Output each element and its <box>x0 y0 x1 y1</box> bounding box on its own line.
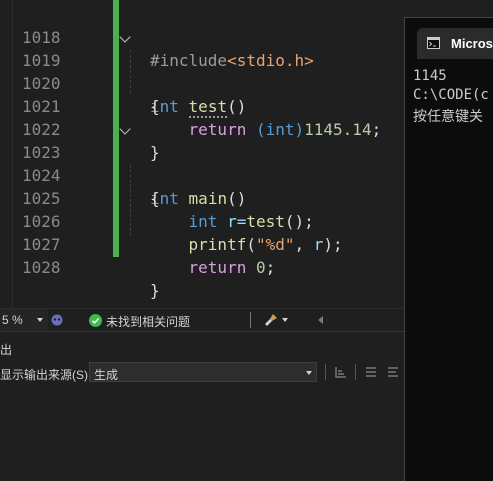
console-window[interactable]: Microso 1145 C:\CODE(c 按任意键关 <box>404 17 493 481</box>
code-line-1024[interactable]: 1024 { <box>0 141 400 208</box>
collapse-chevron-icon[interactable] <box>119 31 131 43</box>
code-line-1025[interactable]: 1025 int r=test(); <box>0 164 400 231</box>
console-output-line: C:\CODE(c <box>413 87 489 103</box>
collapse-chevron-icon[interactable] <box>119 123 131 135</box>
code-line-1022[interactable]: 1022 } <box>0 95 400 162</box>
code-line-1028[interactable]: 1028 } <box>0 233 400 300</box>
output-panel-title: 出 <box>0 343 13 357</box>
console-tab[interactable]: Microso <box>417 28 493 59</box>
terminal-icon <box>427 37 440 49</box>
code-line-1026[interactable]: 1026 printf("%d", r); <box>0 187 400 254</box>
scroll-left-arrow-icon[interactable] <box>318 316 323 324</box>
line-number: 1028 <box>22 258 61 277</box>
copilot-icon[interactable] <box>50 313 64 327</box>
broom-icon <box>265 314 277 326</box>
find-in-output-icon[interactable] <box>334 365 348 379</box>
chevron-down-icon <box>282 318 288 322</box>
check-circle-icon <box>89 314 102 327</box>
clear-all-icon[interactable] <box>364 365 378 379</box>
code-line-1021[interactable]: 1021 return (int)1145.14; <box>0 72 400 139</box>
issues-status[interactable]: 未找到相关问题 <box>106 313 190 330</box>
toolbar-divider <box>355 364 356 380</box>
console-tab-title: Microso <box>451 36 493 51</box>
code-line-1019[interactable]: 1019 int test() <box>0 26 400 118</box>
chevron-down-icon <box>37 318 43 322</box>
punct-token: ; <box>265 258 276 277</box>
status-divider <box>250 312 251 328</box>
keyword-token: return <box>188 258 247 277</box>
zoom-level: 5 % <box>2 313 23 327</box>
number-token: 0 <box>255 258 266 277</box>
word-wrap-icon[interactable] <box>386 365 400 379</box>
code-line-1018[interactable]: 1018 #include<stdio.h> <box>0 3 400 70</box>
output-source-value: 生成 <box>94 368 119 382</box>
output-source-label: 显示输出来源(S): <box>0 368 92 382</box>
output-panel: 出 显示输出来源(S): 生成 <box>0 331 405 481</box>
console-output-line: 按任意键关 <box>413 109 483 125</box>
code-line-1020[interactable]: 1020 { <box>0 49 400 116</box>
editor-status-bar: 5 % 未找到相关问题 <box>0 308 405 332</box>
chevron-down-icon <box>306 371 312 375</box>
console-output-line: 1145 <box>413 68 447 84</box>
output-source-select[interactable]: 生成 <box>89 362 317 382</box>
toolbar-divider <box>325 364 326 380</box>
punct-token: } <box>150 281 160 300</box>
horizontal-scrollbar[interactable] <box>330 311 405 329</box>
zoom-dropdown[interactable]: 5 % <box>0 309 48 331</box>
code-line-1023[interactable]: 1023 int main() <box>0 118 400 208</box>
cleanup-dropdown[interactable] <box>262 309 292 331</box>
code-line-1027[interactable]: 1027 return 0; <box>0 210 400 277</box>
